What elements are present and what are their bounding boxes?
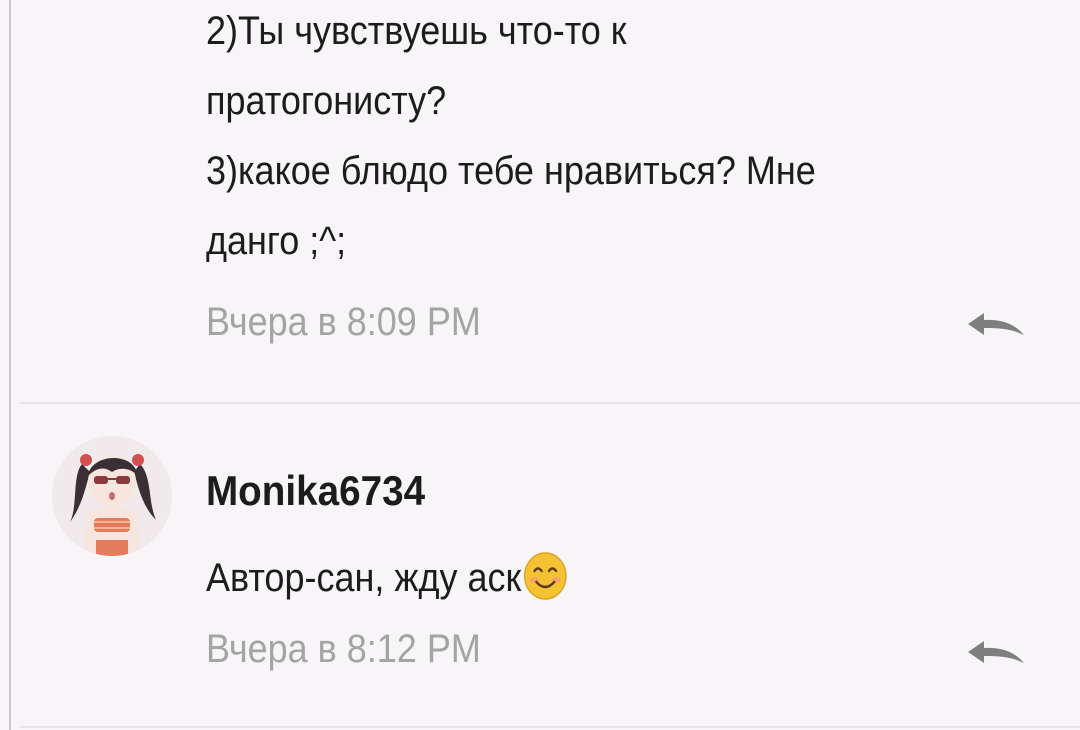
comment-separator (20, 726, 1080, 728)
comment-1-line-3: 3)какое блюдо тебе нравиться? Мне (206, 149, 816, 193)
page-left-border (9, 0, 11, 730)
comment-1-body: 2)Ты чувствуешь что-то к пратогонисту? 3… (206, 0, 957, 276)
smiling-face-emoji (523, 551, 568, 601)
comment-1-line-2: пратогонисту? (206, 79, 447, 123)
comment-2-body: Автор-сан, жду аск (206, 543, 957, 613)
comment-2-username[interactable]: Monika6734 (206, 467, 425, 515)
comment-1-timestamp: Вчера в 8:09 PM (206, 300, 481, 344)
comment-1-line-4: данго ;^; (206, 219, 347, 263)
user-avatar[interactable] (52, 436, 172, 556)
comment-1-line-1: 2)Ты чувствуешь что-то к (206, 9, 627, 53)
comment-2-timestamp: Вчера в 8:12 PM (206, 627, 481, 671)
comment-separator (20, 402, 1080, 404)
reply-arrow-icon[interactable] (962, 638, 1028, 666)
reply-arrow-icon[interactable] (962, 310, 1028, 338)
comment-2-text: Автор-сан, жду аск (206, 556, 522, 600)
